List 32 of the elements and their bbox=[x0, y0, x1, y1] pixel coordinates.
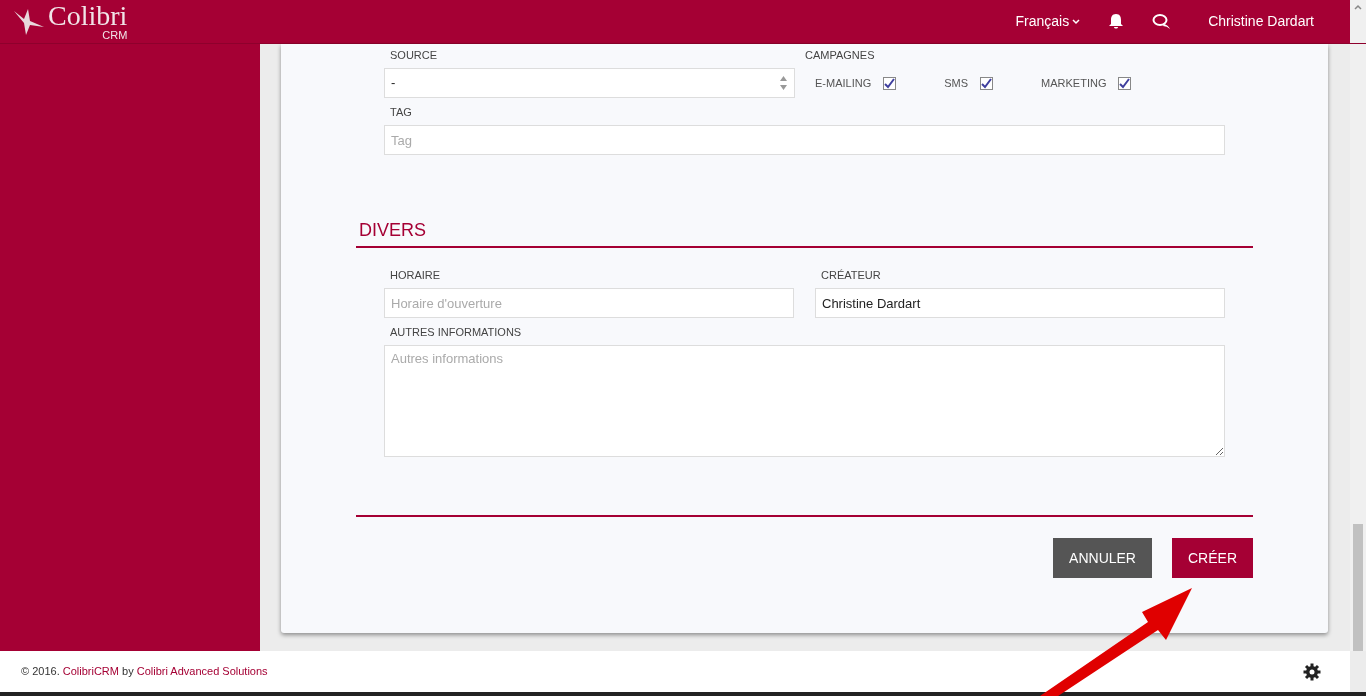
source-select[interactable]: - bbox=[384, 68, 795, 98]
checkbox-label: MARKETING bbox=[1041, 75, 1107, 91]
scroll-up-icon[interactable] bbox=[1354, 4, 1362, 10]
settings-icon[interactable] bbox=[1303, 662, 1321, 681]
tag-field[interactable]: Tag bbox=[384, 125, 1225, 155]
logo-text: Colibri bbox=[48, 2, 128, 30]
field-label: SOURCE bbox=[389, 47, 439, 63]
field-label: CRÉATEUR bbox=[820, 267, 882, 283]
cancel-button[interactable]: ANNULER bbox=[1053, 538, 1152, 578]
language-dropdown[interactable]: Français bbox=[1015, 11, 1081, 32]
notification-bell-icon[interactable] bbox=[1108, 13, 1125, 30]
chevron-down-icon bbox=[1072, 18, 1081, 25]
up-down-arrows-icon bbox=[779, 75, 788, 91]
user-name[interactable]: Christine Dardart bbox=[1208, 11, 1314, 32]
section-title: DIVERS bbox=[358, 219, 428, 242]
opening-hours-field[interactable]: Horaire d'ouverture bbox=[384, 288, 794, 318]
field-label: AUTRES INFORMATIONS bbox=[389, 324, 523, 340]
field-label: HORAIRE bbox=[389, 267, 442, 283]
colibricrm-link[interactable]: ColibriCRM bbox=[62, 665, 119, 678]
checkbox[interactable] bbox=[1118, 76, 1132, 90]
checkbox[interactable] bbox=[883, 76, 897, 90]
copyright-text: © 2016. ColibriCRM by Colibri Advanced Solutions bbox=[21, 664, 269, 680]
checkbox-label: E-MAILING bbox=[815, 75, 872, 91]
field-label: TAG bbox=[389, 104, 413, 120]
checkbox[interactable] bbox=[980, 76, 994, 90]
create-button[interactable]: CRÉER bbox=[1172, 538, 1253, 578]
creator-field[interactable]: Christine Dardart bbox=[815, 288, 1225, 318]
company-link[interactable]: Colibri Advanced Solutions bbox=[136, 665, 268, 678]
field-label: CAMPAGNES bbox=[805, 47, 876, 63]
checkbox-label: SMS bbox=[944, 75, 969, 91]
other-info-textarea[interactable]: Autres informations bbox=[384, 345, 1225, 457]
logo-subtitle: CRM bbox=[102, 30, 128, 41]
